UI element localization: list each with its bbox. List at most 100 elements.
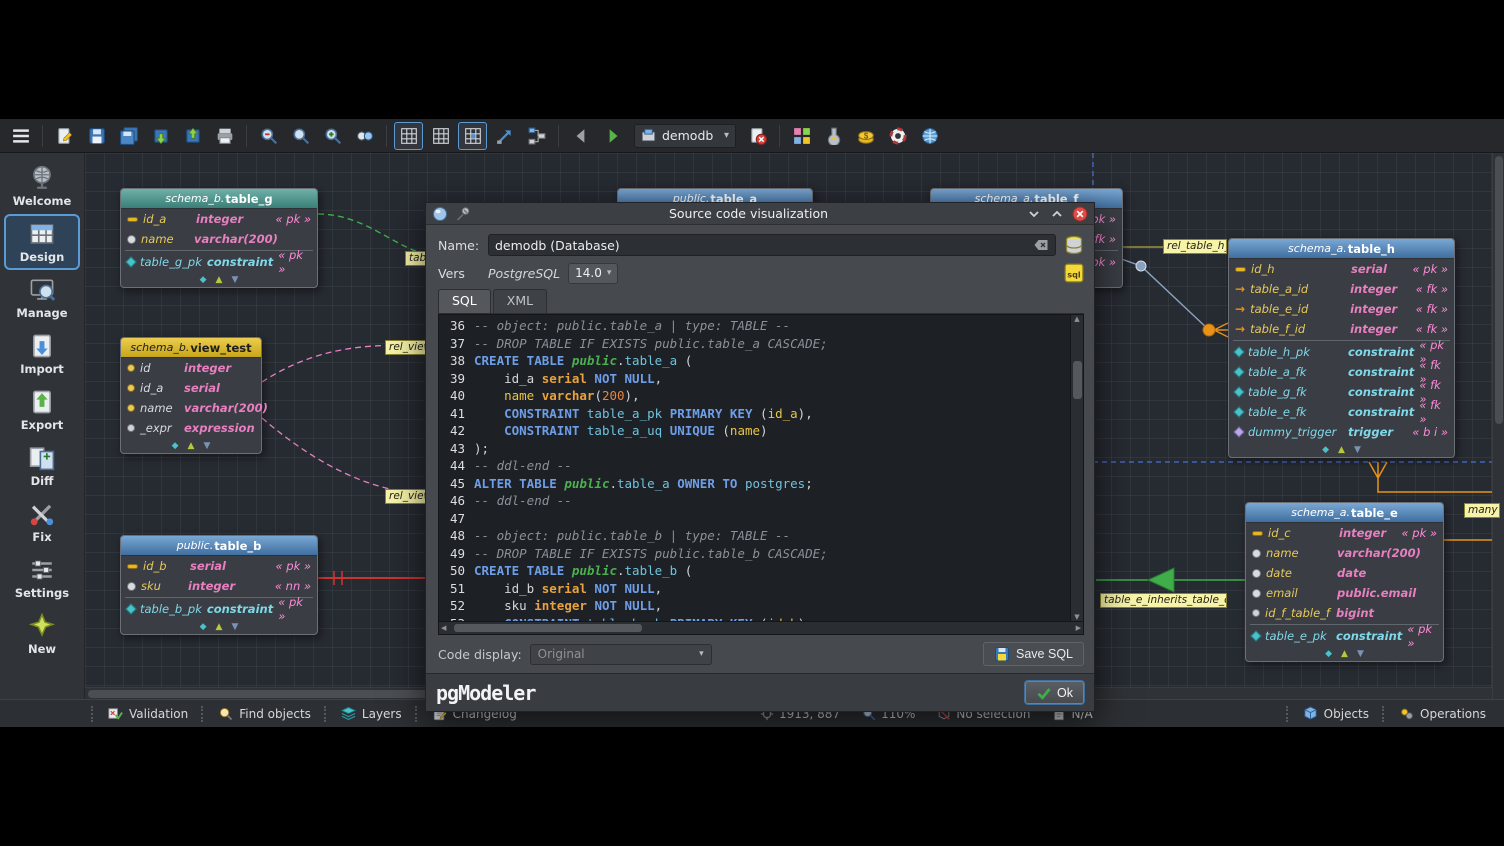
attribs-toggle-icon[interactable]: ◆ bbox=[172, 441, 179, 451]
sidebar-item-import[interactable]: Import bbox=[4, 326, 80, 382]
table-node-table_g[interactable]: schema_b.table_gid_ainteger« pk »namevar… bbox=[120, 188, 318, 288]
column-row[interactable]: idinteger bbox=[121, 358, 261, 378]
toolbar-grip[interactable] bbox=[415, 706, 419, 722]
chevron-down-icon[interactable] bbox=[1026, 206, 1042, 222]
code-horizontal-scrollbar[interactable]: ◀ ▶ bbox=[438, 622, 1084, 635]
zoom-out-button[interactable] bbox=[254, 122, 283, 150]
version-combo[interactable]: 14.0▾ bbox=[568, 263, 618, 284]
save-all-button[interactable] bbox=[114, 122, 143, 150]
collapse-icon[interactable]: ▲ bbox=[188, 441, 195, 451]
column-row[interactable]: id_cinteger« pk » bbox=[1246, 523, 1443, 543]
tab-sql[interactable]: SQL bbox=[438, 289, 491, 313]
sidebar-item-fix[interactable]: Fix bbox=[4, 494, 80, 550]
model-combo[interactable]: demodb▾ bbox=[634, 124, 736, 148]
relationship-label[interactable]: rel_table_h_ bbox=[1163, 239, 1227, 254]
import-model-button[interactable] bbox=[178, 122, 207, 150]
sidebar-item-design[interactable]: Design bbox=[4, 214, 80, 270]
table-header[interactable]: schema_a.table_h bbox=[1229, 239, 1454, 259]
column-row[interactable]: id_hserial« pk » bbox=[1229, 259, 1454, 279]
toolbar-grip[interactable] bbox=[201, 706, 205, 722]
attribs-toggle-icon[interactable]: ◆ bbox=[1322, 445, 1329, 455]
ok-button[interactable]: Ok bbox=[1025, 681, 1084, 704]
table-node-table_e[interactable]: schema_a.table_eid_cinteger« pk »namevar… bbox=[1245, 502, 1444, 662]
constraint-row[interactable]: table_e_fkconstraint« fk » bbox=[1229, 402, 1454, 422]
operations-panel-button[interactable]: Operations bbox=[1389, 700, 1496, 727]
clear-input-icon[interactable] bbox=[1033, 237, 1049, 253]
attribs-toggle-icon[interactable]: ◆ bbox=[200, 622, 207, 632]
expand-icon[interactable]: ▼ bbox=[1354, 445, 1361, 455]
zoom-in-button[interactable] bbox=[318, 122, 347, 150]
scroll-down-icon[interactable]: ▼ bbox=[1074, 613, 1079, 621]
scroll-up-icon[interactable]: ▲ bbox=[1074, 315, 1079, 323]
column-row[interactable]: id_f_table_fbigint bbox=[1246, 603, 1443, 623]
tab-xml[interactable]: XML bbox=[493, 289, 547, 313]
close-model-button[interactable] bbox=[743, 122, 772, 150]
column-row[interactable]: namevarchar(200) bbox=[121, 398, 261, 418]
next-model-button[interactable] bbox=[598, 122, 627, 150]
support-button[interactable] bbox=[883, 122, 912, 150]
collapse-icon[interactable]: ▲ bbox=[1338, 445, 1345, 455]
constraint-row[interactable]: table_b_pkconstraint« pk » bbox=[121, 599, 317, 619]
show-grid-button[interactable] bbox=[394, 122, 423, 150]
sql-code-editor[interactable]: 36-- object: public.table_a | type: TABL… bbox=[439, 315, 1070, 621]
column-row[interactable]: →table_e_idinteger« fk » bbox=[1229, 299, 1454, 319]
prev-model-button[interactable] bbox=[566, 122, 595, 150]
dialog-titlebar[interactable]: Source code visualization bbox=[426, 203, 1094, 225]
toolbar-grip[interactable] bbox=[91, 706, 95, 722]
save-model-button[interactable] bbox=[82, 122, 111, 150]
column-row[interactable]: →table_f_idinteger« fk » bbox=[1229, 319, 1454, 339]
column-row[interactable]: id_ainteger« pk » bbox=[121, 209, 317, 229]
validation-button[interactable]: Validation bbox=[98, 700, 198, 727]
donate-button[interactable]: $ bbox=[851, 122, 880, 150]
constraint-row[interactable]: dummy_triggertrigger« b i » bbox=[1229, 422, 1454, 442]
new-object-button[interactable] bbox=[787, 122, 816, 150]
table-header[interactable]: public.table_b bbox=[121, 536, 317, 556]
constraint-row[interactable]: table_g_pkconstraint« pk » bbox=[121, 252, 317, 272]
expand-icon[interactable]: ▼ bbox=[1357, 649, 1364, 659]
save-sql-button[interactable]: Save SQL bbox=[983, 642, 1084, 666]
column-row[interactable]: datedate bbox=[1246, 563, 1443, 583]
table-node-table_b[interactable]: public.table_bid_bserial« pk »skuinteger… bbox=[120, 535, 318, 635]
chevron-up-icon[interactable] bbox=[1049, 206, 1065, 222]
print-button[interactable] bbox=[210, 122, 239, 150]
page-delimiters-button[interactable] bbox=[458, 122, 487, 150]
magnifier-button[interactable] bbox=[350, 122, 379, 150]
website-button[interactable] bbox=[915, 122, 944, 150]
code-vertical-scrollbar[interactable]: ▲ ▼ bbox=[1070, 315, 1083, 621]
new-model-button[interactable] bbox=[50, 122, 79, 150]
plugins-button[interactable] bbox=[819, 122, 848, 150]
hscroll-thumb[interactable] bbox=[454, 624, 642, 632]
scroll-right-icon[interactable]: ▶ bbox=[1076, 624, 1081, 632]
relationship-label[interactable]: rel_view bbox=[385, 489, 426, 504]
main-menu-button[interactable] bbox=[6, 122, 35, 150]
table-header[interactable]: schema_b.table_g bbox=[121, 189, 317, 209]
collapse-icon[interactable]: ▲ bbox=[216, 275, 223, 285]
toolbar-grip[interactable] bbox=[1382, 706, 1386, 722]
column-row[interactable]: namevarchar(200) bbox=[1246, 543, 1443, 563]
sidebar-item-welcome[interactable]: Welcome bbox=[4, 158, 80, 214]
load-model-button[interactable] bbox=[146, 122, 175, 150]
layers-button[interactable]: Layers bbox=[331, 700, 412, 727]
column-row[interactable]: emailpublic.email bbox=[1246, 583, 1443, 603]
column-row[interactable]: id_bserial« pk » bbox=[121, 556, 317, 576]
column-row[interactable]: namevarchar(200) bbox=[121, 229, 317, 249]
expand-icon[interactable]: ▼ bbox=[231, 622, 238, 632]
objects-overview-button[interactable] bbox=[522, 122, 551, 150]
vscroll-thumb[interactable] bbox=[1073, 361, 1082, 399]
sidebar-item-diff[interactable]: Diff bbox=[4, 438, 80, 494]
column-row[interactable]: skuinteger« nn » bbox=[121, 576, 317, 596]
sidebar-item-new[interactable]: New bbox=[4, 606, 80, 662]
expand-canvas-button[interactable] bbox=[490, 122, 519, 150]
column-row[interactable]: _exprexpression bbox=[121, 418, 261, 438]
table-header[interactable]: schema_b.view_test bbox=[121, 338, 261, 358]
collapse-icon[interactable]: ▲ bbox=[1341, 649, 1348, 659]
relationship-label[interactable]: many bbox=[1464, 503, 1500, 518]
toolbar-grip[interactable] bbox=[1286, 706, 1290, 722]
relationship-label[interactable]: tab bbox=[405, 251, 426, 266]
relationship-label[interactable]: table_e_inherits_table_c bbox=[1100, 593, 1227, 608]
table-node-view_test[interactable]: schema_b.view_testidintegerid_aserialnam… bbox=[120, 337, 262, 454]
canvas-vertical-scrollbar[interactable] bbox=[1492, 153, 1504, 699]
zoom-reset-button[interactable] bbox=[286, 122, 315, 150]
attribs-toggle-icon[interactable]: ◆ bbox=[1325, 649, 1332, 659]
close-icon[interactable] bbox=[1072, 206, 1088, 222]
